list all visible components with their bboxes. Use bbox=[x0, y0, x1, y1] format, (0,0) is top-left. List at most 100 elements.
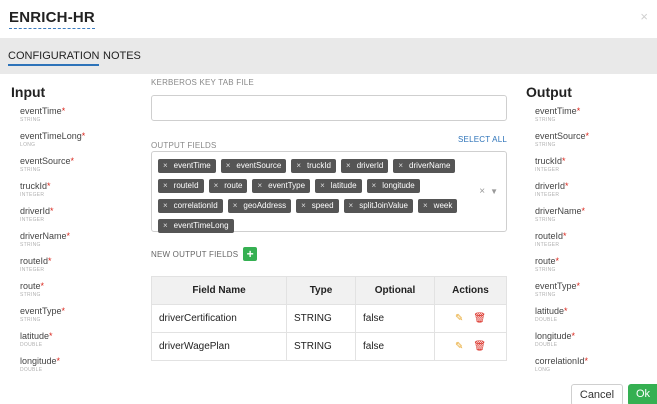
output-field-tag[interactable]: × driverId bbox=[341, 159, 389, 173]
field-type: STRING bbox=[535, 217, 556, 223]
field-name: correlationId* bbox=[535, 356, 646, 367]
field-item[interactable]: eventType* STRING bbox=[526, 281, 646, 306]
field-item[interactable]: longitude* DOUBLE bbox=[526, 331, 646, 356]
field-name: latitude* bbox=[20, 331, 131, 342]
field-type: STRING bbox=[20, 292, 41, 298]
output-field-tag[interactable]: × week bbox=[418, 199, 458, 213]
output-panel-title: Output bbox=[526, 84, 572, 100]
field-item[interactable]: routeId* INTEGER bbox=[526, 231, 646, 256]
output-field-tag[interactable]: × correlationId bbox=[158, 199, 223, 213]
close-icon[interactable]: × bbox=[640, 9, 648, 24]
remove-tag-icon[interactable]: × bbox=[301, 201, 306, 210]
output-field-tag[interactable]: × eventTime bbox=[158, 159, 216, 173]
output-field-tag[interactable]: × truckId bbox=[291, 159, 337, 173]
pencil-icon[interactable]: ✎ bbox=[455, 313, 463, 324]
remove-tag-icon[interactable]: × bbox=[163, 201, 168, 210]
output-fields-multiselect[interactable]: × eventTime × eventSource × truckId × driverId ×… bbox=[151, 151, 507, 233]
trash-icon[interactable]: 🗑 bbox=[473, 341, 486, 352]
tag-label: eventType bbox=[268, 181, 306, 190]
kerberos-keytab-input[interactable] bbox=[151, 95, 507, 121]
field-item[interactable]: longitude* DOUBLE bbox=[11, 356, 131, 381]
field-name: eventSource* bbox=[20, 156, 131, 167]
select-all-link[interactable]: SELECT ALL bbox=[458, 135, 507, 144]
add-field-button[interactable]: + bbox=[243, 247, 258, 261]
remove-tag-icon[interactable]: × bbox=[163, 161, 168, 170]
field-item[interactable]: driverId* INTEGER bbox=[11, 206, 131, 231]
remove-tag-icon[interactable]: × bbox=[349, 201, 354, 210]
remove-tag-icon[interactable]: × bbox=[398, 161, 403, 170]
field-type: STRING bbox=[20, 167, 41, 173]
field-item[interactable]: truckId* INTEGER bbox=[11, 181, 131, 206]
field-name-text: eventTime bbox=[20, 106, 62, 116]
field-name: driverId* bbox=[535, 181, 646, 192]
field-item[interactable]: latitude* DOUBLE bbox=[11, 331, 131, 356]
remove-tag-icon[interactable]: × bbox=[320, 181, 325, 190]
field-item[interactable]: driverName* STRING bbox=[11, 231, 131, 256]
tag-label: truckId bbox=[307, 161, 332, 170]
field-item[interactable]: latitude* DOUBLE bbox=[526, 306, 646, 331]
field-item[interactable]: eventSource* STRING bbox=[526, 131, 646, 156]
field-item[interactable]: eventTime* STRING bbox=[11, 106, 131, 131]
new-fields-table: Field Name Type Optional Actions driverC… bbox=[151, 276, 507, 361]
tag-label: eventTimeLong bbox=[173, 221, 229, 230]
output-field-tag[interactable]: × splitJoinValue bbox=[343, 199, 413, 213]
remove-tag-icon[interactable]: × bbox=[423, 201, 428, 210]
field-item[interactable]: driverId* INTEGER bbox=[526, 181, 646, 206]
output-field-tag[interactable]: × latitude bbox=[315, 179, 362, 193]
field-type: STRING bbox=[20, 117, 41, 123]
pencil-icon[interactable]: ✎ bbox=[455, 341, 463, 352]
cell-field-name: driverWagePlan bbox=[151, 332, 287, 361]
required-marker: * bbox=[576, 281, 581, 291]
field-item[interactable]: routeId* INTEGER bbox=[11, 256, 131, 281]
field-name: driverName* bbox=[20, 231, 131, 242]
field-item[interactable]: route* STRING bbox=[11, 281, 131, 306]
remove-tag-icon[interactable]: × bbox=[372, 181, 377, 190]
required-marker: * bbox=[50, 206, 54, 216]
tab-configuration[interactable]: CONFIGURATION bbox=[8, 50, 100, 66]
field-type: STRING bbox=[20, 317, 41, 323]
field-item[interactable]: route* STRING bbox=[526, 256, 646, 281]
clear-icon[interactable]: × bbox=[479, 186, 485, 197]
remove-tag-icon[interactable]: × bbox=[257, 181, 262, 190]
remove-tag-icon[interactable]: × bbox=[346, 161, 351, 170]
output-field-tag[interactable]: × driverName bbox=[393, 159, 456, 173]
tag-label: routeId bbox=[173, 181, 199, 190]
remove-tag-icon[interactable]: × bbox=[296, 161, 301, 170]
field-name: eventTimeLong* bbox=[20, 131, 131, 142]
field-item[interactable]: eventSource* STRING bbox=[11, 156, 131, 181]
remove-tag-icon[interactable]: × bbox=[163, 181, 168, 190]
field-item[interactable]: eventType* STRING bbox=[11, 306, 131, 331]
remove-tag-icon[interactable]: × bbox=[226, 161, 231, 170]
ok-button[interactable]: Ok bbox=[628, 384, 657, 404]
output-field-tag[interactable]: × geoAddress bbox=[227, 199, 292, 213]
field-name: eventType* bbox=[20, 306, 131, 317]
field-name: driverId* bbox=[20, 206, 131, 217]
field-name: routeId* bbox=[20, 256, 131, 267]
field-item[interactable]: truckId* INTEGER bbox=[526, 156, 646, 181]
output-field-tag[interactable]: × eventSource bbox=[220, 159, 287, 173]
remove-tag-icon[interactable]: × bbox=[214, 181, 219, 190]
table-row: driverWagePlan STRING false ✎ 🗑 bbox=[151, 332, 507, 361]
tab-notes[interactable]: NOTES bbox=[103, 50, 141, 62]
cancel-button[interactable]: Cancel bbox=[571, 384, 623, 404]
required-marker: * bbox=[56, 356, 61, 366]
tag-label: week bbox=[433, 201, 453, 210]
output-field-tag[interactable]: × route bbox=[208, 179, 248, 193]
field-item[interactable]: eventTime* STRING bbox=[526, 106, 646, 131]
output-field-tag[interactable]: × speed bbox=[296, 199, 339, 213]
remove-tag-icon[interactable]: × bbox=[233, 201, 238, 210]
field-item[interactable]: correlationId* LONG bbox=[526, 356, 646, 381]
dialog-title: ENRICH-HR bbox=[9, 9, 95, 29]
output-field-tag[interactable]: × eventTimeLong bbox=[158, 219, 234, 233]
output-field-tag[interactable]: × routeId bbox=[158, 179, 204, 193]
field-name-text: routeId bbox=[535, 231, 564, 241]
required-marker: * bbox=[61, 106, 66, 116]
output-field-tag[interactable]: × eventType bbox=[252, 179, 311, 193]
remove-tag-icon[interactable]: × bbox=[163, 221, 168, 230]
chevron-down-icon[interactable]: ▼ bbox=[490, 187, 498, 196]
field-item[interactable]: driverName* STRING bbox=[526, 206, 646, 231]
field-item[interactable]: eventTimeLong* LONG bbox=[11, 131, 131, 156]
field-type: STRING bbox=[535, 142, 556, 148]
output-field-tag[interactable]: × longitude bbox=[366, 179, 420, 193]
trash-icon[interactable]: 🗑 bbox=[473, 313, 486, 324]
